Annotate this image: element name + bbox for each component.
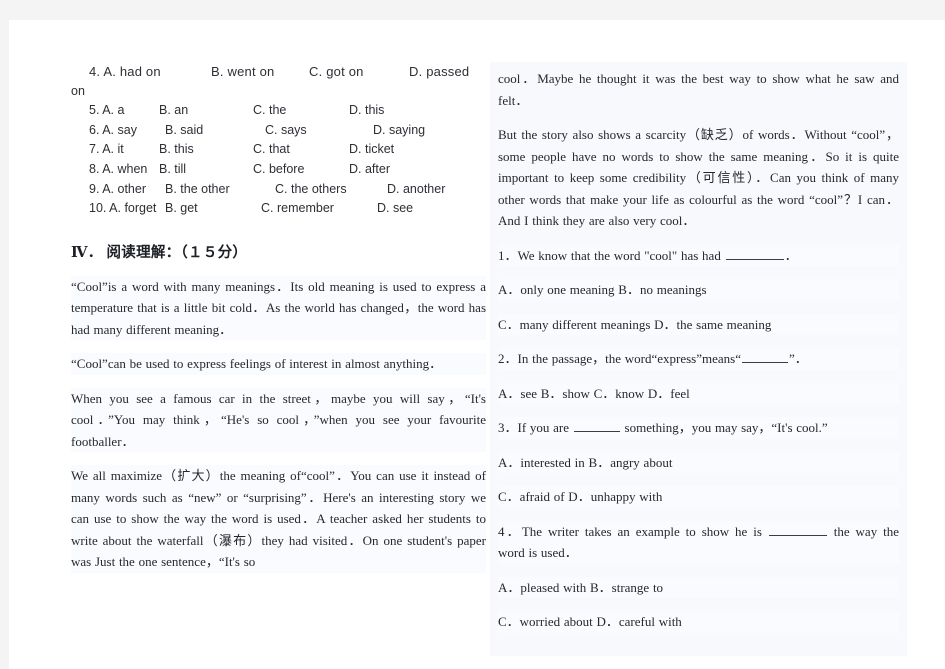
mc-option-c[interactable]: C. the bbox=[253, 101, 349, 121]
question-options-line[interactable]: C．many different meanings D．the same mea… bbox=[498, 313, 899, 335]
question-options-line[interactable]: A．interested in B．angry about bbox=[498, 451, 899, 473]
mc-option-b[interactable]: B. get bbox=[165, 199, 261, 219]
question-2: 2．In the passage，the word“express”means“… bbox=[498, 348, 899, 404]
answer-blank[interactable] bbox=[573, 419, 620, 432]
mc-option-b[interactable]: B. an bbox=[159, 101, 253, 121]
mc-option-c[interactable]: C. before bbox=[253, 160, 349, 180]
answer-blank[interactable] bbox=[768, 523, 827, 536]
mc-row-6: 6. A. say B. said C. says D. saying bbox=[71, 121, 486, 141]
mc-option-a[interactable]: 5. A. a bbox=[71, 101, 159, 121]
mc-row-8: 8. A. when B. till C. before D. after bbox=[71, 160, 486, 180]
question-3: 3．If you are something，you may say，“It's… bbox=[498, 417, 899, 508]
mc-option-a[interactable]: 7. A. it bbox=[71, 140, 159, 160]
mc-row-4-wrap: on bbox=[71, 83, 85, 98]
question-stem: 2．In the passage，the word“express”means“… bbox=[498, 348, 899, 370]
multiple-choice-block: 4. A. had on B. went on C. got on D. passed… bbox=[71, 62, 486, 219]
mc-option-a[interactable]: 8. A. when bbox=[71, 160, 159, 180]
page-top-margin-band bbox=[0, 0, 945, 20]
question-options-line[interactable]: A．pleased with B．strange to bbox=[498, 576, 899, 598]
page-left-margin-band bbox=[0, 20, 9, 669]
question-options-line[interactable]: A．see B．show C．know D．feel bbox=[498, 382, 899, 404]
question-stem-text: 2．In the passage，the word“express”means“ bbox=[498, 351, 741, 366]
question-stem: 3．If you are something，you may say，“It's… bbox=[498, 417, 899, 439]
mc-option-c[interactable]: C. remember bbox=[261, 199, 377, 219]
mc-option-c[interactable]: C. got on bbox=[309, 62, 409, 82]
mc-option-a[interactable]: 4. A. had on bbox=[71, 62, 211, 82]
mc-option-b[interactable]: B. the other bbox=[165, 180, 275, 200]
question-stem-text: 4．The writer takes an example to show he… bbox=[498, 523, 768, 539]
mc-row-4: 4. A. had on B. went on C. got on D. passed bbox=[71, 62, 486, 82]
left-column: 4. A. had on B. went on C. got on D. passed… bbox=[71, 62, 486, 586]
mc-option-c[interactable]: C. says bbox=[265, 121, 373, 141]
mc-option-d[interactable]: D. saying bbox=[373, 121, 473, 141]
passage-paragraph-continued: But the story also shows a scarcity（缺乏）o… bbox=[498, 127, 899, 228]
section-heading-reading-comprehension: Ⅳ． 阅读理解：（１５分） bbox=[71, 244, 248, 261]
mc-option-b[interactable]: B. said bbox=[165, 121, 265, 141]
passage-paragraph-continued: cool．Maybe he thought it was the best wa… bbox=[498, 71, 899, 108]
question-stem: 4．The writer takes an example to show he… bbox=[498, 520, 899, 564]
mc-row-5: 5. A. a B. an C. the D. this bbox=[71, 101, 486, 121]
mc-option-c[interactable]: C. the others bbox=[275, 180, 387, 200]
answer-blank[interactable] bbox=[742, 350, 788, 363]
mc-option-b[interactable]: B. went on bbox=[211, 62, 309, 82]
passage-paragraph: When you see a famous car in the street，… bbox=[71, 387, 486, 453]
mc-option-a[interactable]: 9. A. other bbox=[71, 180, 165, 200]
document-page: 4. A. had on B. went on C. got on D. passed… bbox=[9, 20, 945, 669]
two-column-layout: 4. A. had on B. went on C. got on D. passed… bbox=[9, 20, 945, 669]
question-stem-tail: something，you may say，“It's cool.” bbox=[620, 420, 828, 435]
mc-option-d[interactable]: D. see bbox=[377, 199, 477, 219]
mc-row-9: 9. A. other B. the other C. the others D. a… bbox=[71, 180, 486, 200]
mc-option-a[interactable]: 6. A. say bbox=[71, 121, 165, 141]
mc-option-d[interactable]: D. after bbox=[349, 160, 449, 180]
question-stem-text: 1．We know that the word "cool" has had bbox=[498, 247, 725, 263]
mc-option-b[interactable]: B. till bbox=[159, 160, 253, 180]
question-options-line[interactable]: C．worried about D．careful with bbox=[498, 611, 899, 633]
mc-option-d[interactable]: D. ticket bbox=[349, 140, 449, 160]
mc-option-b[interactable]: B. this bbox=[159, 140, 253, 160]
answer-blank[interactable] bbox=[725, 247, 784, 260]
passage-paragraph: “Cool”can be used to express feelings of… bbox=[71, 353, 486, 375]
question-stem: 1．We know that the word "cool" has had ． bbox=[498, 244, 899, 266]
mc-option-c[interactable]: C. that bbox=[253, 140, 349, 160]
mc-row-7: 7. A. it B. this C. that D. ticket bbox=[71, 140, 486, 160]
question-4: 4．The writer takes an example to show he… bbox=[498, 520, 899, 633]
passage-paragraph: “Cool”is a word with many meanings．Its o… bbox=[71, 275, 486, 341]
question-stem-text: 3．If you are bbox=[498, 420, 573, 435]
question-stem-tail: ”． bbox=[789, 351, 808, 366]
mc-option-d[interactable]: D. this bbox=[349, 101, 449, 121]
question-options-line[interactable]: A．only one meaning B．no meanings bbox=[498, 279, 899, 301]
question-1: 1．We know that the word "cool" has had ．… bbox=[498, 244, 899, 335]
passage-paragraph: We all maximize（扩大）the meaning of“cool”．… bbox=[71, 465, 486, 573]
mc-option-d[interactable]: D. another bbox=[387, 180, 487, 200]
question-options-line[interactable]: C．afraid of D．unhappy with bbox=[498, 486, 899, 508]
right-column: cool．Maybe he thought it was the best wa… bbox=[490, 62, 907, 656]
mc-option-a[interactable]: 10. A. forget bbox=[71, 199, 165, 219]
reading-passage: “Cool”is a word with many meanings．Its o… bbox=[71, 275, 486, 573]
question-stem-tail: ． bbox=[784, 247, 798, 263]
mc-row-10: 10. A. forget B. get C. remember D. see bbox=[71, 199, 486, 219]
